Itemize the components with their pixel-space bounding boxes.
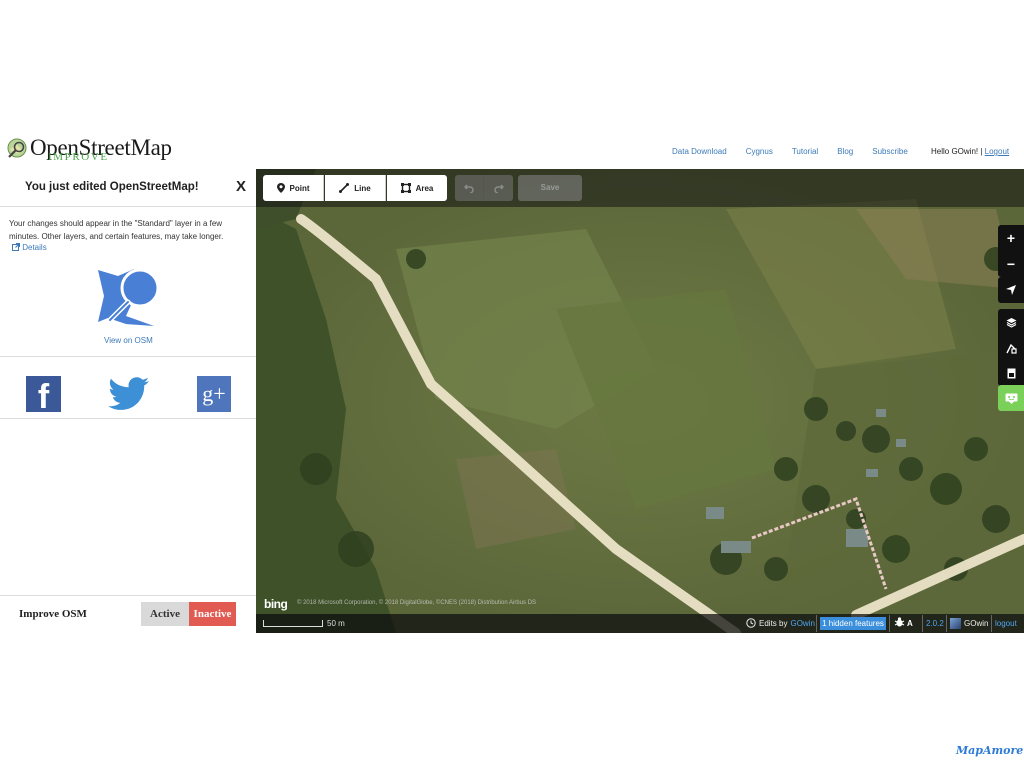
satellite-imagery [256, 169, 1024, 633]
point-label: Point [289, 183, 310, 193]
undo-icon [464, 183, 474, 193]
google-plus-icon[interactable]: g+ [197, 376, 231, 412]
help-icon[interactable] [998, 385, 1024, 411]
history-icon [746, 618, 756, 628]
undo-button[interactable] [455, 175, 484, 201]
nav-blog[interactable]: Blog [837, 147, 853, 159]
nav-subscribe[interactable]: Subscribe [872, 147, 908, 159]
area-label: Area [415, 183, 434, 193]
point-icon [276, 183, 285, 193]
panel-message: Your changes should appear in the "Stand… [9, 219, 224, 241]
external-link-icon [12, 243, 20, 251]
nav-tutorial[interactable]: Tutorial [792, 147, 818, 159]
improve-osm-label: Improve OSM [19, 608, 87, 620]
map-data-glyph [1005, 343, 1017, 354]
add-point-button[interactable]: Point [263, 175, 324, 201]
line-icon [339, 183, 350, 193]
version-link[interactable]: 2.0.2 [926, 619, 944, 628]
layers-glyph [1006, 317, 1016, 328]
top-nav: Data Download Cygnus Tutorial Blog Subsc… [672, 147, 927, 159]
edits-by-label: Edits by [759, 618, 788, 628]
edits-by: Edits by GOwin [746, 618, 815, 628]
footer-separator [991, 615, 992, 632]
footer-separator [889, 615, 890, 632]
layers-icon[interactable] [998, 309, 1024, 335]
footer-logout-link[interactable]: logout [995, 619, 1017, 628]
osm-logo-icon[interactable] [6, 138, 28, 160]
imagery-attribution[interactable]: © 2018 Microsoft Corporation, © 2018 Dig… [297, 600, 536, 606]
edits-by-user-link[interactable]: GOwin [790, 619, 814, 628]
footer-separator [816, 615, 817, 632]
divider [0, 356, 256, 357]
zoom-out-icon[interactable]: − [998, 251, 1024, 277]
logo-subtitle: IMPROVE [48, 151, 109, 163]
footer-separator [946, 615, 947, 632]
redo-icon [493, 183, 504, 193]
line-label: Line [354, 183, 371, 193]
divider [0, 206, 256, 207]
panel-title: You just edited OpenStreetMap! [25, 181, 199, 193]
area-icon [400, 183, 411, 193]
nav-data-download[interactable]: Data Download [672, 147, 727, 159]
scale-bar [263, 620, 323, 627]
redo-button[interactable] [484, 175, 513, 201]
help-glyph [1005, 393, 1017, 404]
issues-icon[interactable] [998, 360, 1024, 386]
geolocate-icon[interactable] [998, 277, 1024, 303]
twitter-icon[interactable] [108, 376, 150, 412]
facebook-icon[interactable]: f [26, 376, 61, 412]
hidden-features-badge[interactable]: 1 hidden features [820, 617, 886, 630]
bug-icon [894, 617, 905, 627]
translate-glyph: A [906, 619, 913, 628]
scale-label: 50 m [327, 619, 345, 628]
view-on-osm-link[interactable]: View on OSM [104, 336, 153, 345]
arrow-icon [1006, 285, 1016, 295]
note-glyph [1007, 368, 1015, 378]
view-on-osm-icon[interactable] [96, 266, 160, 328]
add-line-button[interactable]: Line [325, 175, 386, 201]
footer-separator [922, 615, 923, 632]
avatar[interactable] [950, 618, 961, 629]
inactive-toggle-button[interactable]: Inactive [189, 602, 236, 626]
accessibility-icons[interactable]: A [894, 617, 913, 628]
save-button[interactable]: Save [518, 175, 582, 201]
active-toggle-button[interactable]: Active [141, 602, 189, 626]
map-canvas[interactable] [256, 169, 1024, 633]
bing-logo: bing [264, 597, 288, 611]
close-icon[interactable]: X [236, 178, 246, 195]
greeting-text: Hello GOwin! | [931, 147, 985, 156]
zoom-in-icon[interactable]: + [998, 225, 1024, 251]
details-link[interactable]: Details [12, 243, 47, 252]
user-greeting: Hello GOwin! | Logout [931, 147, 1009, 156]
divider [0, 595, 256, 596]
header-logout-link[interactable]: Logout [985, 147, 1009, 156]
map-data-icon[interactable] [998, 335, 1024, 361]
footer-username[interactable]: GOwin [964, 619, 988, 628]
details-label: Details [22, 243, 47, 252]
divider [0, 418, 256, 419]
mapamore-logo[interactable]: MapAmore [956, 744, 1023, 757]
nav-cygnus[interactable]: Cygnus [746, 147, 773, 159]
add-area-button[interactable]: Area [387, 175, 447, 201]
